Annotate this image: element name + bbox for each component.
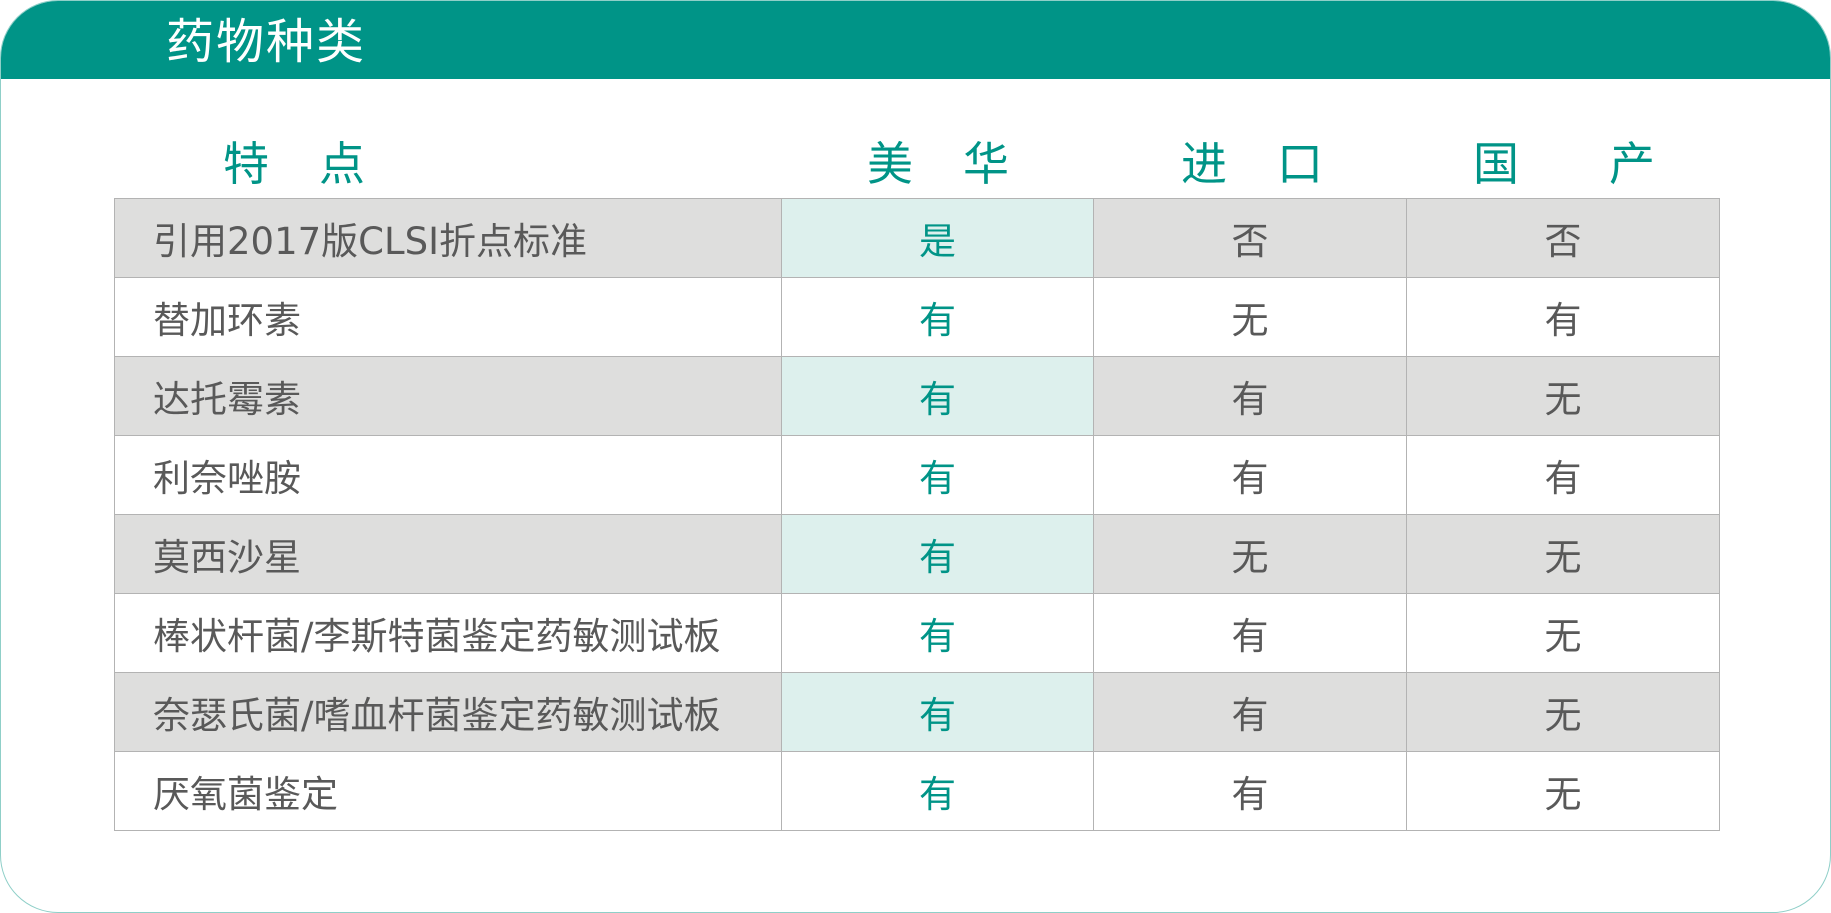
meihua-cell: 有 (781, 593, 1094, 673)
imported-cell: 有 (1093, 672, 1407, 752)
meihua-cell: 有 (781, 435, 1094, 515)
table-row: 棒状杆菌/李斯特菌鉴定药敏测试板 有 有 无 (114, 593, 1720, 673)
feature-cell: 引用2017版CLSI折点标准 (114, 198, 782, 278)
meihua-cell: 是 (781, 198, 1094, 278)
table-row: 厌氧菌鉴定 有 有 无 (114, 751, 1720, 831)
imported-cell: 有 (1093, 356, 1407, 436)
card-header: 药物种类 (1, 1, 1830, 79)
table-row: 引用2017版CLSI折点标准 是 否 否 (114, 198, 1720, 278)
column-header-domestic: 国 产 (1473, 137, 1655, 191)
domestic-cell: 无 (1406, 356, 1720, 436)
meihua-cell: 有 (781, 751, 1094, 831)
table-row: 奈瑟氏菌/嗜血杆菌鉴定药敏测试板 有 有 无 (114, 672, 1720, 752)
feature-cell: 利奈唑胺 (114, 435, 782, 515)
column-headers: 特 点 美 华 进 口 国 产 (1, 129, 1830, 193)
meihua-cell: 有 (781, 514, 1094, 594)
feature-cell: 达托霉素 (114, 356, 782, 436)
column-header-meihua: 美 华 (867, 137, 1009, 191)
meihua-cell: 有 (781, 672, 1094, 752)
imported-cell: 否 (1093, 198, 1407, 278)
feature-cell: 厌氧菌鉴定 (114, 751, 782, 831)
table-row: 达托霉素 有 有 无 (114, 356, 1720, 436)
imported-cell: 无 (1093, 277, 1407, 357)
comparison-card: 药物种类 特 点 美 华 进 口 国 产 引用2017版CLSI折点标准 是 否… (0, 0, 1831, 913)
imported-cell: 有 (1093, 751, 1407, 831)
imported-cell: 无 (1093, 514, 1407, 594)
table-row: 替加环素 有 无 有 (114, 277, 1720, 357)
domestic-cell: 无 (1406, 672, 1720, 752)
domestic-cell: 有 (1406, 435, 1720, 515)
domestic-cell: 无 (1406, 514, 1720, 594)
domestic-cell: 无 (1406, 593, 1720, 673)
column-header-imported: 进 口 (1181, 137, 1323, 191)
imported-cell: 有 (1093, 593, 1407, 673)
feature-cell: 替加环素 (114, 277, 782, 357)
meihua-cell: 有 (781, 277, 1094, 357)
table-row: 莫西沙星 有 无 无 (114, 514, 1720, 594)
comparison-table: 引用2017版CLSI折点标准 是 否 否 替加环素 有 无 有 达托霉素 有 … (114, 198, 1720, 831)
meihua-cell: 有 (781, 356, 1094, 436)
column-header-features: 特 点 (223, 137, 365, 191)
feature-cell: 奈瑟氏菌/嗜血杆菌鉴定药敏测试板 (114, 672, 782, 752)
card-title: 药物种类 (166, 14, 367, 70)
feature-cell: 棒状杆菌/李斯特菌鉴定药敏测试板 (114, 593, 782, 673)
imported-cell: 有 (1093, 435, 1407, 515)
table-row: 利奈唑胺 有 有 有 (114, 435, 1720, 515)
feature-cell: 莫西沙星 (114, 514, 782, 594)
domestic-cell: 否 (1406, 198, 1720, 278)
domestic-cell: 无 (1406, 751, 1720, 831)
domestic-cell: 有 (1406, 277, 1720, 357)
